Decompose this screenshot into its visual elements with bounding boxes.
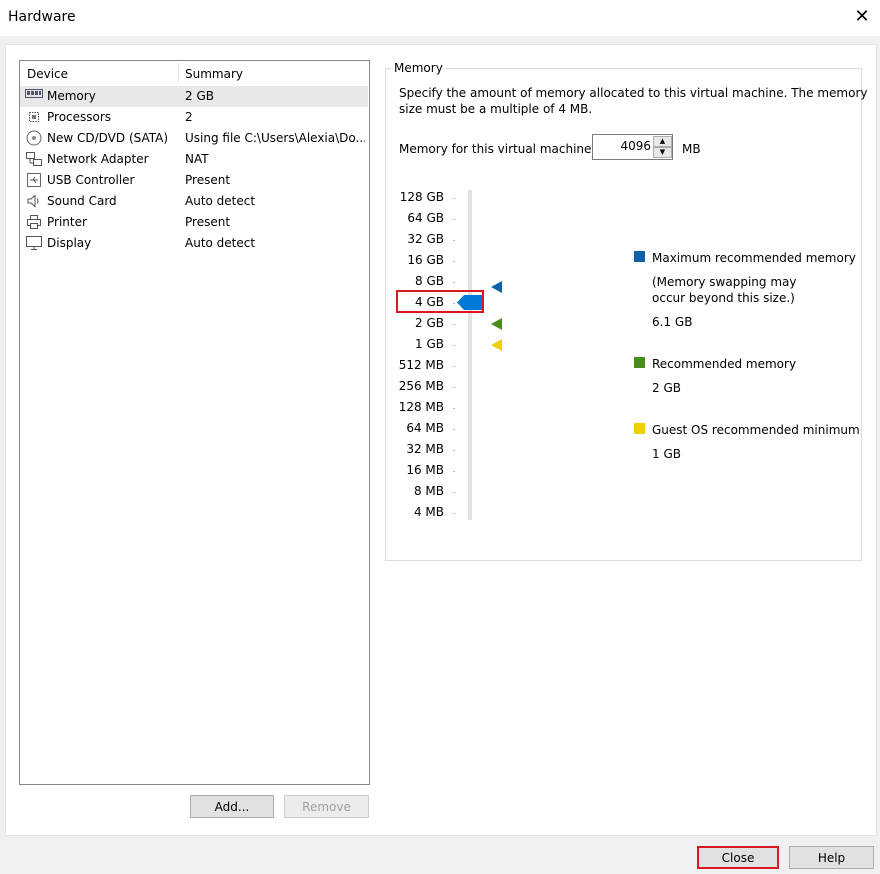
recommended-value: 2 GB [652, 381, 681, 395]
scale-label: 16 GB [407, 253, 444, 267]
memory-slider-thumb[interactable] [457, 295, 483, 310]
memory-icon [25, 88, 43, 104]
processor-icon [25, 109, 43, 125]
remove-button[interactable]: Remove [284, 795, 369, 818]
scale-label: 128 MB [398, 400, 444, 414]
scale-label: 64 GB [407, 211, 444, 225]
scale-tick [453, 408, 455, 409]
max-recommended-note-line1: (Memory swapping may [652, 275, 797, 289]
scale-label: 4 MB [413, 505, 444, 519]
spin-up-button[interactable]: ▲ [653, 136, 672, 147]
device-summary: Auto detect [185, 236, 256, 250]
memory-field-label: Memory for this virtual machine: [399, 142, 596, 156]
recommended-marker [491, 318, 502, 330]
device-row-sound-card[interactable]: Sound Card Auto detect [20, 191, 368, 212]
spin-down-button[interactable]: ▼ [653, 147, 672, 158]
device-name: Display [47, 236, 92, 250]
device-summary: 2 GB [185, 89, 214, 103]
scale-tick [453, 366, 455, 367]
scale-tick [453, 513, 455, 514]
max-recommended-swatch [634, 251, 645, 262]
max-recommended-label: Maximum recommended memory [652, 251, 856, 265]
device-row-usb-controller[interactable]: USB Controller Present [20, 170, 368, 191]
scale-tick [453, 429, 455, 430]
window-title: Hardware [8, 9, 76, 25]
device-name: Printer [47, 215, 87, 229]
scale-tick [453, 240, 455, 241]
scale-label: 128 GB [399, 190, 444, 204]
scale-label: 16 MB [406, 463, 444, 477]
recommended-label: Recommended memory [652, 357, 797, 371]
device-summary: Present [185, 215, 231, 229]
device-row-network-adapter[interactable]: Network Adapter NAT [20, 149, 368, 170]
scale-label: 2 GB [415, 316, 444, 330]
memory-description-line1: Specify the amount of memory allocated t… [399, 86, 868, 100]
guest-min-label: Guest OS recommended minimum [652, 423, 860, 437]
device-row-cd-dvd[interactable]: New CD/DVD (SATA) Using file C:\Users\Al… [20, 128, 368, 149]
memory-spinbox[interactable]: 4096 ▲ ▼ [592, 134, 673, 160]
guest-min-marker [491, 339, 502, 351]
device-summary: NAT [185, 152, 209, 166]
scale-label: 32 GB [407, 232, 444, 246]
memory-value-input[interactable]: 4096 [593, 135, 651, 159]
column-separator[interactable] [178, 63, 179, 83]
scale-label: 8 MB [413, 484, 444, 498]
device-name: Sound Card [47, 194, 117, 208]
scale-label: 256 MB [398, 379, 444, 393]
column-header-device[interactable]: Device [27, 61, 68, 85]
scale-tick [453, 387, 455, 388]
scale-label: 64 MB [406, 421, 444, 435]
scale-tick [453, 219, 455, 220]
scale-tick [453, 282, 455, 283]
scale-tick [453, 324, 455, 325]
device-row-memory[interactable]: Memory 2 GB [20, 86, 368, 107]
scale-tick [453, 492, 455, 493]
usb-icon [25, 172, 43, 188]
memory-unit-label: MB [682, 142, 701, 156]
max-recommended-value: 6.1 GB [652, 315, 693, 329]
memory-group-title: Memory [391, 61, 446, 75]
memory-slider-track[interactable] [468, 190, 472, 520]
device-summary: 2 [185, 110, 193, 124]
add-button[interactable]: Add... [190, 795, 274, 818]
scale-tick [453, 261, 455, 262]
network-adapter-icon [25, 151, 43, 167]
device-name: Memory [47, 89, 96, 103]
recommended-swatch [634, 357, 645, 368]
memory-description-line2: size must be a multiple of 4 MB. [399, 102, 593, 116]
column-header-summary[interactable]: Summary [185, 61, 243, 85]
scale-label: 8 GB [415, 274, 444, 288]
help-button[interactable]: Help [789, 846, 874, 869]
scale-tick [453, 450, 455, 451]
scale-tick [453, 471, 455, 472]
scale-tick [453, 345, 455, 346]
guest-min-value: 1 GB [652, 447, 681, 461]
device-name: Processors [47, 110, 112, 124]
monitor-icon [25, 235, 43, 251]
close-button[interactable]: Close [697, 846, 779, 869]
device-summary: Auto detect [185, 194, 256, 208]
device-summary: Using file C:\Users\Alexia\Do... [185, 131, 365, 145]
device-row-processors[interactable]: Processors 2 [20, 107, 368, 128]
speaker-icon [25, 193, 43, 209]
device-row-display[interactable]: Display Auto detect [20, 233, 368, 254]
cd-dvd-icon [25, 130, 43, 146]
device-name: New CD/DVD (SATA) [47, 131, 169, 145]
scale-label: 512 MB [398, 358, 444, 372]
scale-label: 32 MB [406, 442, 444, 456]
device-name: USB Controller [47, 173, 135, 187]
scale-tick [453, 198, 455, 199]
max-recommended-note-line2: occur beyond this size.) [652, 291, 795, 305]
title-bar: Hardware ✕ [0, 0, 880, 36]
scale-label: 1 GB [415, 337, 444, 351]
device-list[interactable]: Device Summary Memory 2 GB Processors 2 … [19, 60, 370, 785]
printer-icon [25, 214, 43, 230]
max-recommended-marker [491, 281, 502, 293]
device-name: Network Adapter [47, 152, 149, 166]
device-summary: Present [185, 173, 231, 187]
window-close-icon[interactable]: ✕ [852, 6, 872, 28]
guest-min-swatch [634, 423, 645, 434]
device-row-printer[interactable]: Printer Present [20, 212, 368, 233]
